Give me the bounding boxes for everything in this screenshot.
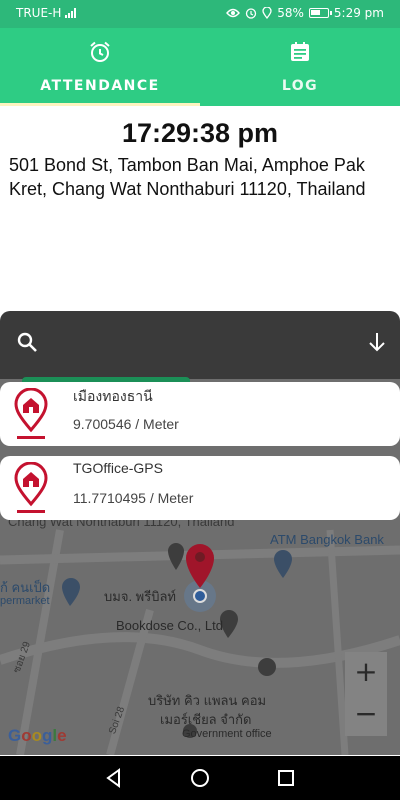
eye-icon <box>226 8 241 18</box>
calendar-list-icon <box>291 42 309 61</box>
google-logo: Google <box>8 726 67 745</box>
zoom-in-button[interactable]: + <box>345 652 387 694</box>
current-time: 17:29:38 pm <box>121 118 279 148</box>
q-house-label-1: บริษัท คิว แพลน คอม <box>148 693 267 708</box>
tab-log-label: LOG <box>281 78 319 94</box>
location-card[interactable]: เมืองทองธานี 9.700546 / Meter <box>0 382 400 446</box>
location-distance: 11.7710495 / Meter <box>73 490 194 506</box>
battery-percent: 58% <box>277 6 304 20</box>
home-pin-icon <box>14 462 48 513</box>
bookdose-label: Bookdose Co., Ltd <box>116 618 223 633</box>
system-nav-bar <box>0 756 400 800</box>
status-time: 5:29 pm <box>333 6 384 20</box>
company-thai-label: บมจ. พรีบิลท์ <box>104 589 177 604</box>
tab-bar: ATTENDANCE LOG <box>0 28 400 106</box>
active-tab-indicator <box>0 103 200 106</box>
status-left: TRUE-H <box>16 6 77 20</box>
location-icon <box>262 7 272 19</box>
recents-icon[interactable] <box>276 768 296 788</box>
home-icon[interactable] <box>190 768 210 788</box>
q-house-label-2: เมอร์เชียล จำกัด <box>160 712 252 727</box>
alarm-clock-icon <box>90 41 110 62</box>
current-address: 501 Bond St, Tambon Ban Mai, Amphoe Pak … <box>9 155 366 199</box>
atm-label: ATM Bangkok Bank <box>270 532 384 547</box>
location-card[interactable]: TGOffice-GPS 11.7710495 / Meter <box>0 456 400 520</box>
carrier-name: TRUE-H <box>16 6 62 20</box>
status-right: 58% 5:29 pm <box>226 6 384 20</box>
location-name: TGOffice-GPS <box>73 460 163 476</box>
alarm-icon <box>246 8 257 19</box>
zoom-out-button[interactable]: − <box>345 694 387 736</box>
gov-office-label: Government office <box>182 728 272 740</box>
search-icon[interactable] <box>16 331 38 353</box>
battery-icon <box>308 8 332 18</box>
tab-attendance-label: ATTENDANCE <box>40 78 160 94</box>
location-distance: 9.700546 / Meter <box>73 416 179 432</box>
market-en-label: permarket <box>0 595 50 607</box>
status-bar: TRUE-H 58% 5:29 pm <box>0 0 400 28</box>
location-sheet-header <box>0 311 400 379</box>
tab-log[interactable]: LOG <box>200 28 400 106</box>
home-pin-icon <box>14 388 48 439</box>
back-icon[interactable] <box>104 768 124 788</box>
location-name: เมืองทองธานี <box>73 388 153 404</box>
tab-attendance[interactable]: ATTENDANCE <box>0 28 200 106</box>
arrow-down-icon[interactable] <box>366 331 388 353</box>
signal-icon <box>65 8 77 18</box>
